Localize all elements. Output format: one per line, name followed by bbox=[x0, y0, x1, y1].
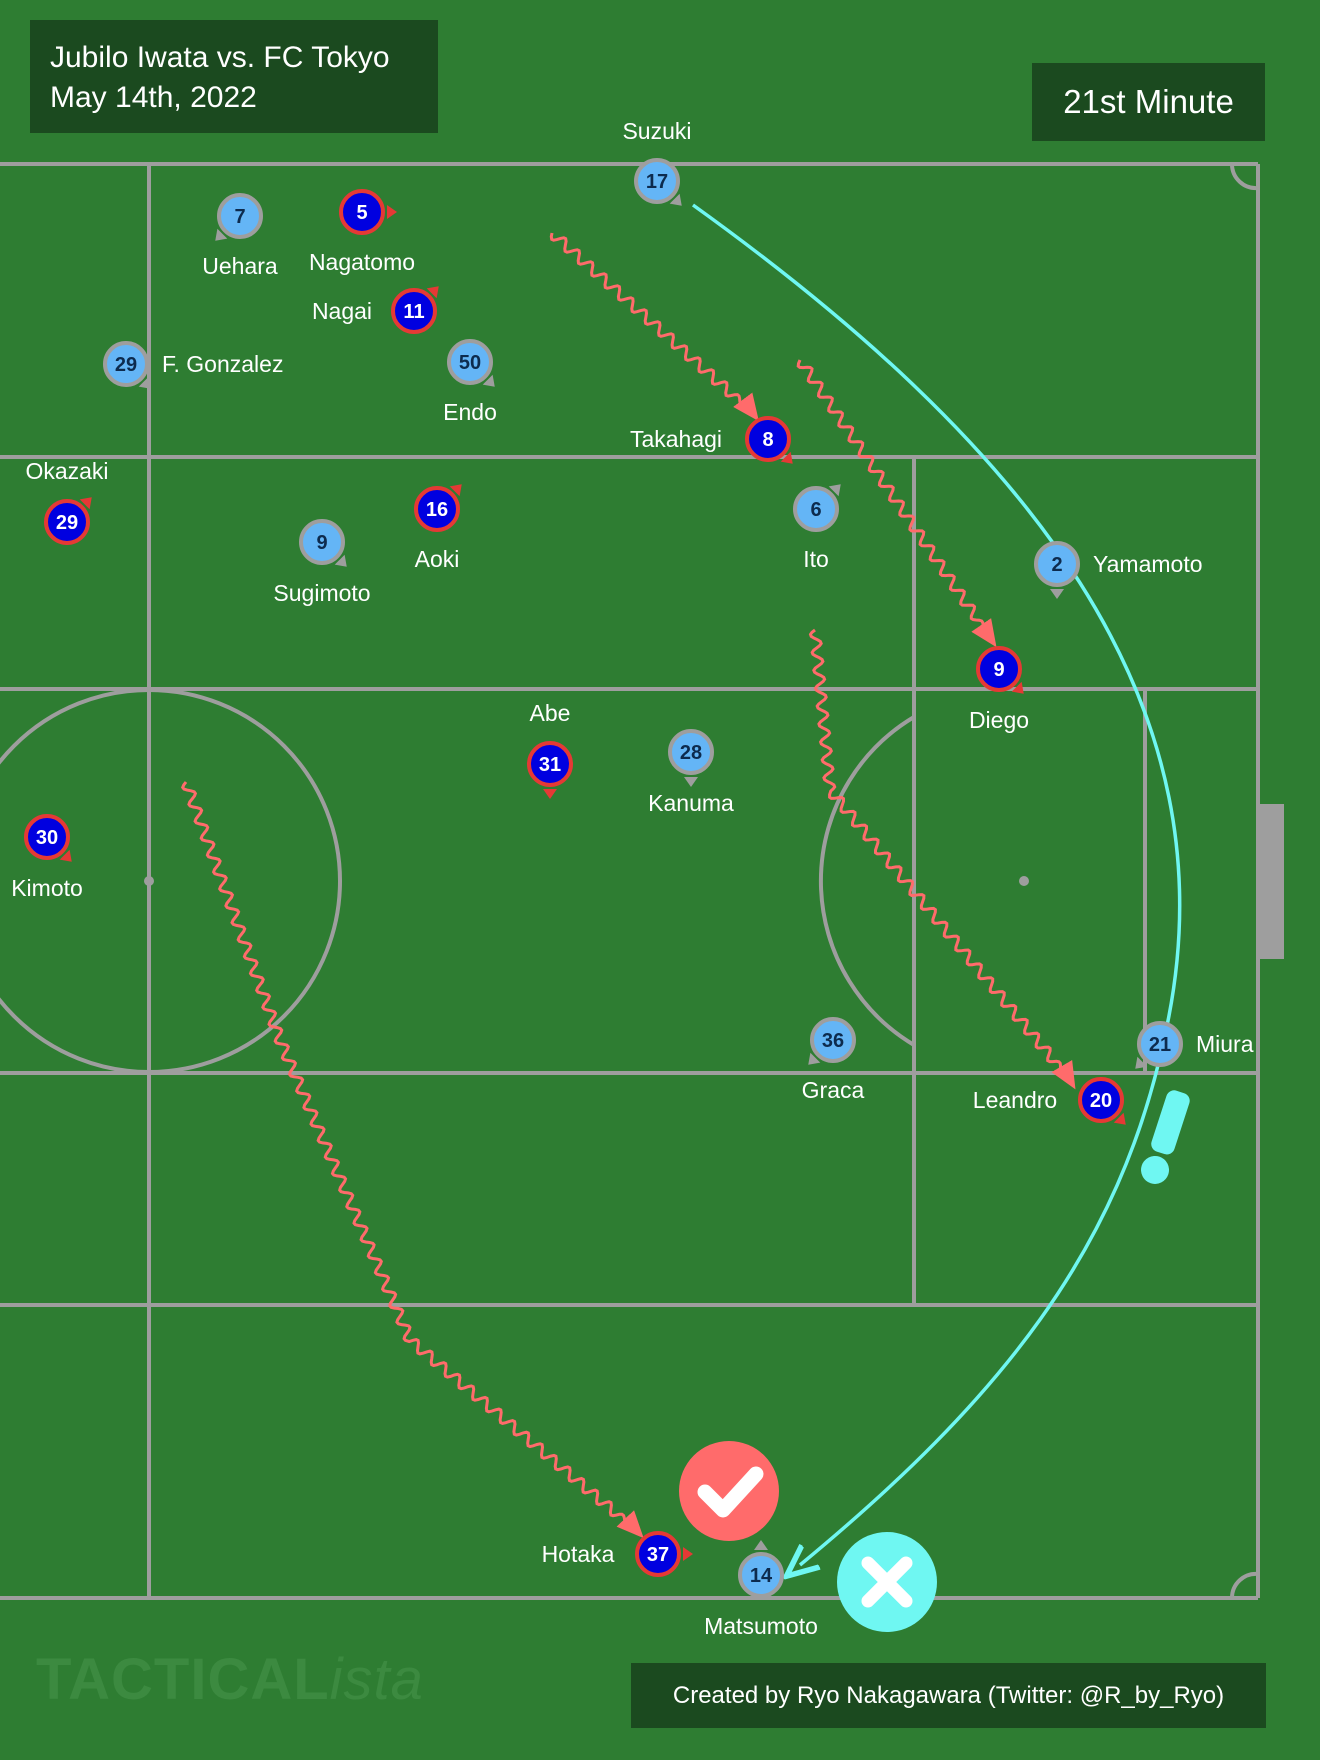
player-marker: 6 Ito bbox=[793, 484, 841, 572]
player-number: 2 bbox=[1051, 554, 1062, 576]
player-marker: 30 Kimoto bbox=[11, 814, 83, 901]
facing-indicator bbox=[1050, 589, 1064, 599]
centre-spot bbox=[144, 876, 154, 886]
watermark-suffix: ista bbox=[329, 1647, 424, 1712]
match-info-box: Jubilo Iwata vs. FC Tokyo May 14th, 2022 bbox=[30, 20, 438, 133]
pass-arrow bbox=[691, 203, 1182, 1565]
players-layer: 17Suzuki7Uehara5Nagatomo11Nagai29 F. Gonz… bbox=[11, 118, 1254, 1639]
runs-layer bbox=[180, 232, 1076, 1539]
watermark-main: TACTICAL bbox=[36, 1647, 330, 1712]
player-name: Ito bbox=[803, 546, 829, 572]
player-marker: 28 Kanuma bbox=[648, 729, 734, 816]
player-name: F. Gonzalez bbox=[162, 351, 283, 377]
pass-layer bbox=[691, 203, 1182, 1565]
match-title: Jubilo Iwata vs. FC Tokyo bbox=[50, 41, 390, 74]
player-name: Takahagi bbox=[630, 426, 722, 452]
player-marker: 17 Suzuki bbox=[622, 118, 692, 206]
player-marker: 31 Abe bbox=[527, 700, 573, 799]
player-number: 50 bbox=[459, 352, 481, 374]
player-name: Abe bbox=[530, 700, 571, 726]
player-marker: 29 Okazaki bbox=[25, 458, 109, 545]
player-name: Okazaki bbox=[25, 458, 108, 484]
facing-indicator bbox=[754, 1540, 768, 1550]
player-marker: 29 F. Gonzalez bbox=[103, 341, 283, 389]
player-number: 31 bbox=[539, 754, 561, 776]
player-name: Yamamoto bbox=[1093, 551, 1203, 577]
player-number: 37 bbox=[647, 1544, 669, 1566]
corner-arc-top bbox=[1229, 163, 1259, 191]
player-name: Kanuma bbox=[648, 790, 734, 816]
player-number: 6 bbox=[810, 499, 821, 521]
player-name: Matsumoto bbox=[704, 1613, 818, 1639]
tactical-diagram: 17 Suzuki 7 Uehara 5 Nagatomo 11 Nagai 29 F. Gonz… bbox=[0, 0, 1320, 1760]
player-number: 29 bbox=[115, 354, 137, 376]
player-marker: 9 Sugimoto bbox=[273, 519, 371, 606]
player-name: Hotaka bbox=[542, 1541, 615, 1567]
cross-icon bbox=[837, 1532, 937, 1632]
goal bbox=[1258, 804, 1284, 959]
player-name: Miura bbox=[1196, 1031, 1254, 1057]
player-number: 8 bbox=[762, 429, 773, 451]
player-name: Aoki bbox=[415, 546, 460, 572]
facing-indicator bbox=[387, 205, 397, 219]
player-number: 21 bbox=[1149, 1034, 1171, 1056]
run-arrow bbox=[549, 232, 759, 422]
player-number: 20 bbox=[1090, 1090, 1112, 1112]
player-marker: 21 Miura bbox=[1135, 1021, 1254, 1069]
player-name: Kimoto bbox=[11, 875, 83, 901]
player-name: Suzuki bbox=[622, 118, 691, 144]
player-marker: 36 Graca bbox=[802, 1017, 865, 1103]
player-marker: 20 Leandro bbox=[973, 1077, 1126, 1125]
player-marker: 16 Aoki bbox=[414, 484, 462, 572]
player-number: 14 bbox=[750, 1565, 773, 1587]
player-number: 36 bbox=[822, 1030, 844, 1052]
player-marker: 50 Endo bbox=[443, 339, 497, 425]
facing-indicator bbox=[543, 789, 557, 799]
pitch-lines bbox=[0, 162, 1260, 1600]
minute-box: 21st Minute bbox=[1032, 63, 1265, 141]
player-name: Nagai bbox=[312, 298, 372, 324]
match-date: May 14th, 2022 bbox=[50, 81, 257, 114]
player-name: Nagatomo bbox=[309, 249, 415, 275]
player-marker: 2 Yamamoto bbox=[1034, 541, 1203, 599]
tacticalista-watermark: TACTICALista bbox=[36, 1646, 424, 1713]
player-number: 9 bbox=[316, 532, 327, 554]
player-number: 11 bbox=[403, 301, 424, 323]
player-number: 9 bbox=[993, 659, 1004, 681]
credit-text: Created by Ryo Nakagawara (Twitter: @R_b… bbox=[672, 1681, 1225, 1709]
penalty-spot bbox=[1019, 876, 1029, 886]
player-number: 5 bbox=[356, 202, 367, 224]
player-marker: 5 Nagatomo bbox=[309, 189, 415, 275]
credit-box: Created by Ryo Nakagawara (Twitter: @R_b… bbox=[631, 1663, 1266, 1728]
player-marker: 14 Matsumoto bbox=[704, 1540, 818, 1639]
player-name: Uehara bbox=[202, 253, 278, 279]
exclamation-icon bbox=[1141, 1090, 1190, 1184]
minute-label: 21st Minute bbox=[1063, 83, 1234, 120]
player-name: Endo bbox=[443, 399, 497, 425]
player-number: 7 bbox=[234, 206, 245, 228]
player-number: 16 bbox=[426, 499, 448, 521]
player-number: 28 bbox=[680, 742, 702, 764]
player-number: 29 bbox=[56, 512, 78, 534]
pitch: 17Suzuki7Uehara5Nagatomo11Nagai29 F. Gonz… bbox=[0, 118, 1284, 1639]
player-name: Graca bbox=[802, 1077, 865, 1103]
corner-arc-bottom bbox=[1229, 1571, 1259, 1599]
player-name: Diego bbox=[969, 707, 1029, 733]
player-number: 17 bbox=[646, 171, 668, 193]
player-name: Leandro bbox=[973, 1087, 1057, 1113]
run-arrow bbox=[180, 781, 644, 1539]
player-number: 30 bbox=[36, 827, 58, 849]
facing-indicator bbox=[684, 777, 698, 787]
facing-indicator bbox=[683, 1547, 693, 1561]
run-arrow bbox=[808, 628, 1076, 1090]
player-name: Sugimoto bbox=[273, 580, 370, 606]
check-icon bbox=[679, 1441, 779, 1541]
player-marker: 11 Nagai bbox=[312, 286, 439, 334]
player-marker: 37 Hotaka bbox=[542, 1531, 693, 1577]
player-marker: 7 Uehara bbox=[202, 193, 278, 279]
